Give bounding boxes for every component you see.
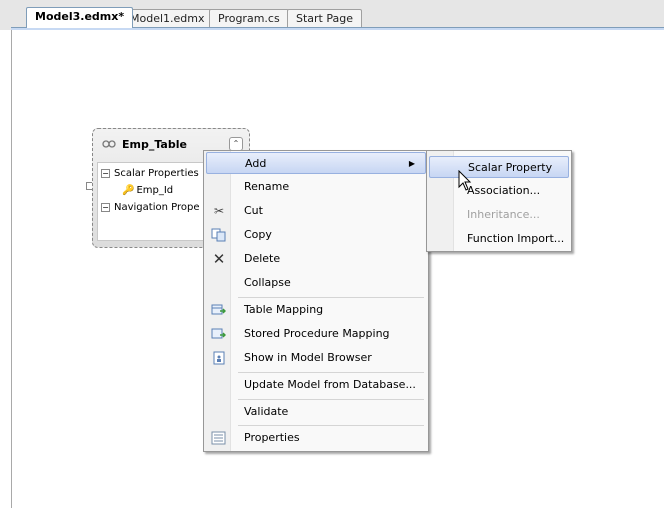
- menu-item-rename[interactable]: Rename: [206, 176, 426, 198]
- menu-item-copy[interactable]: Copy: [206, 224, 426, 246]
- menu-item-label: Properties: [244, 431, 300, 444]
- tab-model1[interactable]: Model1.edmx: [121, 9, 214, 27]
- menu-item-label: Add: [245, 157, 267, 170]
- submenu-item-label: Association...: [467, 184, 541, 197]
- menu-item-collapse[interactable]: Collapse: [206, 272, 426, 294]
- menu-item-label: Rename: [244, 180, 290, 193]
- menu-item-validate[interactable]: Validate: [206, 401, 426, 423]
- mouse-cursor-icon: [458, 170, 472, 191]
- properties-icon: [211, 431, 227, 445]
- menu-item-delete[interactable]: ✕ Delete: [206, 248, 426, 270]
- submenu-item-label: Function Import...: [467, 232, 565, 245]
- scissors-icon: ✂: [213, 204, 225, 218]
- menu-item-update-model[interactable]: Update Model from Database...: [206, 374, 426, 396]
- entity-icon: [102, 138, 116, 150]
- copy-icon: [211, 228, 227, 242]
- document-tab-strip: Model3.edmx* Model1.edmx Program.cs Star…: [0, 0, 664, 30]
- property-label: Emp_Id: [136, 185, 174, 196]
- navigation-properties-section[interactable]: − Navigation Prope: [101, 200, 199, 216]
- key-icon: 🔑: [122, 185, 135, 196]
- submenu-arrow-icon: ▶: [408, 159, 415, 168]
- menu-separator: [238, 297, 424, 298]
- menu-item-label: Collapse: [244, 276, 291, 289]
- submenu-item-label: Scalar Property: [468, 161, 553, 174]
- tab-model3[interactable]: Model3.edmx*: [26, 7, 134, 28]
- menu-item-properties[interactable]: Properties: [206, 427, 426, 449]
- menu-item-cut[interactable]: ✂ Cut: [206, 200, 426, 222]
- submenu-item-association[interactable]: Association...: [429, 180, 569, 202]
- menu-item-label: Table Mapping: [244, 303, 324, 316]
- tab-program-cs[interactable]: Program.cs: [209, 9, 289, 27]
- tab-start-page[interactable]: Start Page: [287, 9, 362, 27]
- menu-separator: [238, 399, 424, 400]
- submenu-item-function-import[interactable]: Function Import...: [429, 228, 569, 250]
- menu-separator: [238, 425, 424, 426]
- navigation-properties-label: Navigation Prope: [114, 202, 200, 213]
- table-mapping-icon: [211, 303, 227, 317]
- menu-item-label: Cut: [244, 204, 263, 217]
- collapse-up-icon[interactable]: ⌃: [229, 137, 243, 151]
- menu-item-label: Copy: [244, 228, 272, 241]
- menu-item-show-in-model-browser[interactable]: Show in Model Browser: [206, 347, 426, 369]
- menu-item-label: Stored Procedure Mapping: [244, 327, 390, 340]
- scalar-properties-label: Scalar Properties: [114, 168, 199, 179]
- submenu-item-inheritance: Inheritance...: [429, 204, 569, 226]
- menu-item-table-mapping[interactable]: Table Mapping: [206, 299, 426, 321]
- property-row[interactable]: 🔑 Emp_Id: [122, 183, 173, 199]
- menu-item-label: Update Model from Database...: [244, 378, 416, 391]
- submenu-item-scalar-property[interactable]: Scalar Property: [429, 156, 569, 178]
- menu-separator: [238, 372, 424, 373]
- stored-procedure-icon: [211, 327, 227, 341]
- model-browser-icon: [211, 351, 227, 365]
- menu-item-add[interactable]: Add ▶: [206, 152, 426, 174]
- context-menu: Add ▶ Rename ✂ Cut Copy ✕ Delete Collaps…: [203, 150, 429, 452]
- delete-x-icon: ✕: [212, 250, 226, 268]
- scalar-properties-section[interactable]: − Scalar Properties: [101, 166, 199, 182]
- expander-minus-icon[interactable]: −: [101, 168, 110, 178]
- add-submenu: Scalar Property Association... Inheritan…: [426, 150, 572, 252]
- submenu-item-label: Inheritance...: [467, 208, 540, 221]
- menu-item-stored-procedure-mapping[interactable]: Stored Procedure Mapping: [206, 323, 426, 345]
- entity-title: Emp_Table: [122, 138, 187, 151]
- menu-item-label: Validate: [244, 405, 289, 418]
- menu-item-label: Delete: [244, 252, 281, 265]
- menu-item-label: Show in Model Browser: [244, 351, 372, 364]
- expander-minus-icon[interactable]: −: [101, 202, 110, 212]
